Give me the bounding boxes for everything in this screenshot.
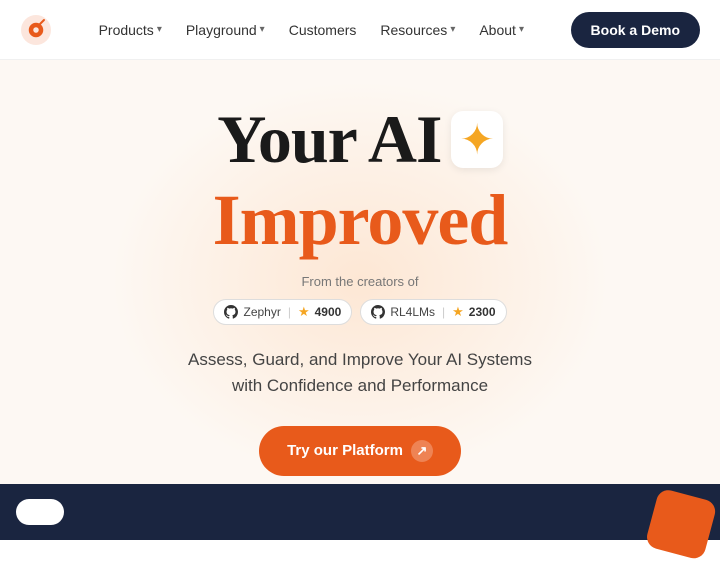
badge-rl4lms-count: 2300 (469, 305, 496, 319)
nav-label-resources: Resources (380, 22, 447, 38)
hero-your-ai-text: Your AI (217, 100, 441, 179)
sparkle-icon: ✦ (451, 111, 502, 168)
star-icon: ★ (452, 304, 464, 320)
nav-label-about: About (479, 22, 516, 38)
arrow-icon: ↗ (411, 440, 433, 462)
github-icon (371, 305, 385, 319)
badge-zephyr-name: Zephyr (243, 305, 280, 319)
nav-item-resources[interactable]: Resources ▾ (370, 16, 465, 44)
nav-item-products[interactable]: Products ▾ (89, 16, 172, 44)
footer-pill (16, 499, 64, 525)
book-demo-button[interactable]: Book a Demo (571, 12, 700, 48)
hero-section: Your AI ✦ Improved From the creators of … (0, 60, 720, 506)
logo[interactable] (20, 14, 52, 46)
navigation: Products ▾ Playground ▾ Customers Resour… (0, 0, 720, 60)
hero-subtitle: Assess, Guard, and Improve Your AI Syste… (188, 347, 532, 400)
badge-rl4lms: RL4LMs | ★ 2300 (360, 299, 506, 325)
badge-zephyr-count: 4900 (315, 305, 342, 319)
chevron-down-icon: ▾ (260, 24, 265, 35)
chevron-down-icon: ▾ (450, 24, 455, 35)
github-icon (224, 305, 238, 319)
hero-subtitle-line2: with Confidence and Performance (232, 376, 488, 395)
nav-label-playground: Playground (186, 22, 257, 38)
nav-item-playground[interactable]: Playground ▾ (176, 16, 275, 44)
chevron-down-icon: ▾ (157, 24, 162, 35)
nav-label-products: Products (99, 22, 154, 38)
nav-label-customers: Customers (289, 22, 357, 38)
nav-item-about[interactable]: About ▾ (469, 16, 534, 44)
try-platform-button[interactable]: Try our Platform ↗ (259, 426, 461, 476)
hero-title-line1: Your AI ✦ (213, 100, 508, 179)
nav-item-customers[interactable]: Customers (279, 16, 367, 44)
badge-rl4lms-name: RL4LMs (390, 305, 435, 319)
hero-title: Your AI ✦ Improved (213, 100, 508, 262)
hero-improved-text: Improved (213, 179, 508, 262)
badge-zephyr: Zephyr | ★ 4900 (213, 299, 352, 325)
nav-links: Products ▾ Playground ▾ Customers Resour… (89, 16, 534, 44)
footer-bar (0, 484, 720, 540)
from-creators-text: From the creators of (301, 274, 418, 289)
try-platform-label: Try our Platform (287, 442, 403, 459)
hero-subtitle-line1: Assess, Guard, and Improve Your AI Syste… (188, 350, 532, 369)
chevron-down-icon: ▾ (519, 24, 524, 35)
footer-orange-shape (644, 488, 717, 561)
creator-badges: Zephyr | ★ 4900 RL4LMs | ★ 2300 (213, 299, 506, 325)
star-icon: ★ (298, 304, 310, 320)
